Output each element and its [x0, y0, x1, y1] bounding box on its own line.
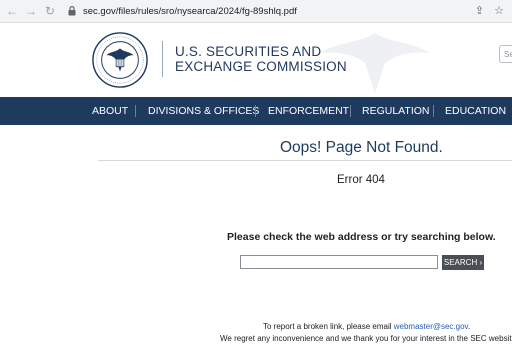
nav-separator [255, 105, 256, 117]
share-icon[interactable]: ⇪ [475, 4, 484, 17]
nav-separator [433, 105, 434, 117]
apology-text: We regret any inconvenience and we thank… [220, 334, 512, 343]
reload-icon[interactable]: ↻ [43, 4, 57, 18]
org-name-line2: EXCHANGE COMMISSION [175, 59, 347, 74]
title-underline [98, 160, 512, 161]
main-nav: ABOUT DIVISIONS & OFFICES ENFORCEMENT RE… [0, 97, 512, 125]
nav-separator [350, 105, 351, 117]
webmaster-email-link[interactable]: webmaster@sec.gov [394, 322, 468, 331]
search-button[interactable]: SEARCH › [442, 255, 484, 270]
instruction-text: Please check the web address or try sear… [227, 231, 496, 243]
page-title: Oops! Page Not Found. [280, 139, 443, 156]
address-bar[interactable]: sec.gov/files/rules/sro/nysearca/2024/fg… [83, 6, 297, 17]
bookmark-star-icon[interactable]: ☆ [494, 4, 504, 17]
org-name[interactable]: U.S. SECURITIES AND EXCHANGE COMMISSION [175, 44, 347, 74]
nav-item-about[interactable]: ABOUT [92, 97, 128, 125]
nav-item-enforcement[interactable]: ENFORCEMENT [268, 97, 349, 125]
report-suffix: . [467, 322, 471, 331]
sec-seal-logo[interactable] [91, 31, 149, 89]
forward-arrow-icon[interactable]: → [24, 4, 38, 18]
lock-icon[interactable] [67, 5, 77, 17]
browser-toolbar: ← → ↻ sec.gov/files/rules/sro/nysearca/2… [0, 0, 512, 23]
header-divider [162, 41, 163, 77]
header-search-input[interactable]: Se [499, 45, 512, 63]
report-broken-link-text: To report a broken link, please email we… [263, 322, 470, 331]
search-input[interactable] [240, 255, 438, 269]
error-code: Error 404 [337, 174, 385, 186]
back-arrow-icon[interactable]: ← [5, 4, 19, 18]
report-prefix: To report a broken link, please email [263, 322, 394, 331]
nav-item-education[interactable]: EDUCATION [445, 97, 506, 125]
nav-separator [135, 105, 136, 117]
nav-item-regulation[interactable]: REGULATION [362, 97, 429, 125]
org-name-line1: U.S. SECURITIES AND [175, 44, 322, 59]
site-header: U.S. SECURITIES AND EXCHANGE COMMISSION … [0, 23, 512, 97]
nav-item-divisions-offices[interactable]: DIVISIONS & OFFICES [148, 97, 259, 125]
